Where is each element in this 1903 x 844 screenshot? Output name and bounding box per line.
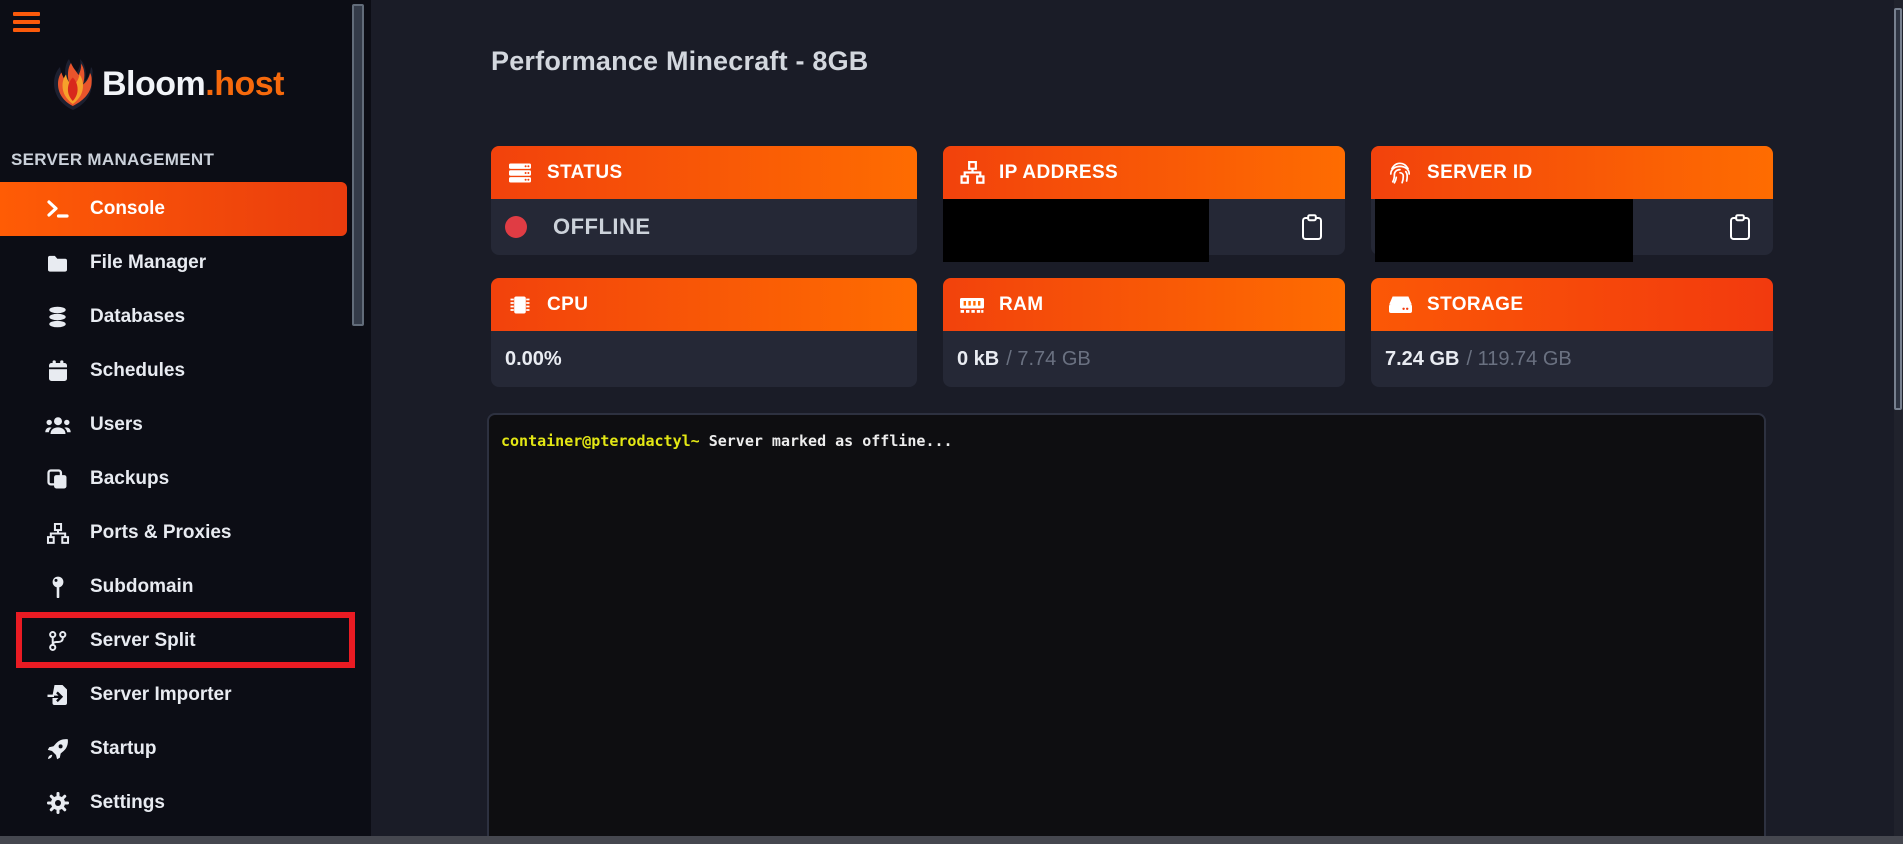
pin-icon bbox=[44, 576, 71, 598]
sidebar-item-label: Settings bbox=[90, 792, 165, 814]
horizontal-scrollbar[interactable] bbox=[0, 836, 1903, 844]
storage-total-value: / 119.74 GB bbox=[1466, 348, 1571, 371]
sidebar-item-server-split[interactable]: Server Split bbox=[0, 614, 347, 668]
cpu-card: CPU 0.00% bbox=[491, 278, 917, 387]
memory-icon bbox=[958, 294, 986, 316]
storage-card-label: STORAGE bbox=[1427, 294, 1523, 316]
terminal-icon bbox=[44, 199, 71, 219]
storage-card-header: STORAGE bbox=[1371, 278, 1773, 331]
bloom-flower-logo-icon bbox=[50, 56, 96, 112]
copy-icon bbox=[44, 469, 71, 490]
sidebar-item-label: Schedules bbox=[90, 360, 185, 382]
sidebar-item-settings[interactable]: Settings bbox=[0, 776, 347, 830]
ip-card-label: IP ADDRESS bbox=[999, 162, 1118, 184]
cpu-value: 0.00% bbox=[505, 348, 562, 371]
terminal-message-text: Server marked as offline... bbox=[709, 432, 953, 450]
harddrive-icon bbox=[1386, 294, 1414, 316]
hamburger-menu-icon[interactable] bbox=[13, 12, 40, 36]
offline-status-dot bbox=[505, 216, 527, 238]
server-id-card-body bbox=[1371, 199, 1773, 255]
sidebar-nav: Console File Manager Databases bbox=[0, 182, 347, 830]
sidebar-item-label: Server Importer bbox=[90, 684, 232, 706]
sidebar-item-label: Databases bbox=[90, 306, 185, 328]
file-import-icon bbox=[44, 684, 71, 706]
sidebar-item-server-importer[interactable]: Server Importer bbox=[0, 668, 347, 722]
cpu-card-header: CPU bbox=[491, 278, 917, 331]
ip-redaction-box bbox=[943, 199, 1209, 262]
ip-address-card: IP ADDRESS bbox=[943, 146, 1345, 255]
copy-server-id-clipboard-icon[interactable] bbox=[1723, 210, 1757, 244]
server-id-card: SERVER ID bbox=[1371, 146, 1773, 255]
sidebar-item-databases[interactable]: Databases bbox=[0, 290, 347, 344]
terminal-message: Server marked as offline... bbox=[700, 432, 953, 450]
sidebar-item-console[interactable]: Console bbox=[0, 182, 347, 236]
sitemap-icon bbox=[44, 523, 71, 544]
vertical-scrollbar-thumb[interactable] bbox=[1894, 8, 1902, 410]
users-icon bbox=[44, 416, 71, 435]
storage-card: STORAGE 7.24 GB / 119.74 GB bbox=[1371, 278, 1773, 387]
server-id-card-header: SERVER ID bbox=[1371, 146, 1773, 199]
ram-card-label: RAM bbox=[999, 294, 1043, 316]
logo-tld: .host bbox=[205, 65, 284, 103]
status-card-header: STATUS bbox=[491, 146, 917, 199]
copy-ip-clipboard-icon[interactable] bbox=[1295, 210, 1329, 244]
sidebar-item-startup[interactable]: Startup bbox=[0, 722, 347, 776]
sidebar-item-subdomain[interactable]: Subdomain bbox=[0, 560, 347, 614]
sidebar: Bloom.host SERVER MANAGEMENT Console Fil… bbox=[0, 0, 371, 844]
logo-name: Bloom bbox=[102, 65, 205, 103]
terminal-prompt: container@pterodactyl~ bbox=[501, 432, 700, 450]
status-card-label: STATUS bbox=[547, 162, 623, 184]
server-id-card-label: SERVER ID bbox=[1427, 162, 1533, 184]
sidebar-item-label: Console bbox=[90, 198, 165, 220]
sidebar-item-label: Backups bbox=[90, 468, 169, 490]
ip-card-body bbox=[943, 199, 1345, 255]
gear-icon bbox=[44, 792, 71, 814]
sidebar-scrollbar-thumb[interactable] bbox=[352, 4, 364, 326]
vertical-scrollbar-track[interactable] bbox=[1894, 0, 1903, 836]
server-id-redaction-box bbox=[1375, 199, 1633, 262]
server-stat-cards: STATUS OFFLINE IP ADDRESS bbox=[491, 146, 1773, 387]
ram-used-value: 0 kB bbox=[957, 348, 999, 371]
ram-card: RAM 0 kB / 7.74 GB bbox=[943, 278, 1345, 387]
sidebar-item-ports-proxies[interactable]: Ports & Proxies bbox=[0, 506, 347, 560]
server-stack-icon bbox=[506, 162, 534, 184]
sidebar-item-label: Subdomain bbox=[90, 576, 193, 598]
sidebar-item-label: Server Split bbox=[90, 630, 196, 652]
folder-icon bbox=[44, 254, 71, 273]
cpu-card-label: CPU bbox=[547, 294, 588, 316]
ip-card-header: IP ADDRESS bbox=[943, 146, 1345, 199]
storage-used-value: 7.24 GB bbox=[1385, 348, 1459, 371]
sidebar-item-label: Ports & Proxies bbox=[90, 522, 232, 544]
sidebar-item-file-manager[interactable]: File Manager bbox=[0, 236, 347, 290]
sitemap-icon bbox=[958, 161, 986, 184]
branch-icon bbox=[44, 630, 71, 652]
status-card-body: OFFLINE bbox=[491, 199, 917, 255]
rocket-icon bbox=[44, 738, 71, 760]
calendar-icon bbox=[44, 360, 71, 382]
cpu-card-body: 0.00% bbox=[491, 331, 917, 387]
sidebar-item-label: Users bbox=[90, 414, 143, 436]
logo-text: Bloom.host bbox=[102, 65, 284, 104]
sidebar-item-label: Startup bbox=[90, 738, 157, 760]
ram-total-value: / 7.74 GB bbox=[1006, 348, 1091, 371]
page-title: Performance Minecraft - 8GB bbox=[491, 46, 869, 77]
sidebar-item-backups[interactable]: Backups bbox=[0, 452, 347, 506]
storage-card-body: 7.24 GB / 119.74 GB bbox=[1371, 331, 1773, 387]
sidebar-item-label: File Manager bbox=[90, 252, 206, 274]
sidebar-item-users[interactable]: Users bbox=[0, 398, 347, 452]
console-terminal[interactable]: container@pterodactyl~ Server marked as … bbox=[487, 413, 1766, 844]
section-label: SERVER MANAGEMENT bbox=[11, 150, 214, 170]
sidebar-item-schedules[interactable]: Schedules bbox=[0, 344, 347, 398]
database-icon bbox=[44, 306, 71, 328]
chip-icon bbox=[506, 293, 534, 317]
terminal-line: container@pterodactyl~ Server marked as … bbox=[501, 432, 1752, 450]
ram-card-body: 0 kB / 7.74 GB bbox=[943, 331, 1345, 387]
fingerprint-icon bbox=[1386, 161, 1414, 185]
logo[interactable]: Bloom.host bbox=[50, 56, 284, 112]
status-card: STATUS OFFLINE bbox=[491, 146, 917, 255]
status-value: OFFLINE bbox=[553, 214, 651, 240]
ram-card-header: RAM bbox=[943, 278, 1345, 331]
